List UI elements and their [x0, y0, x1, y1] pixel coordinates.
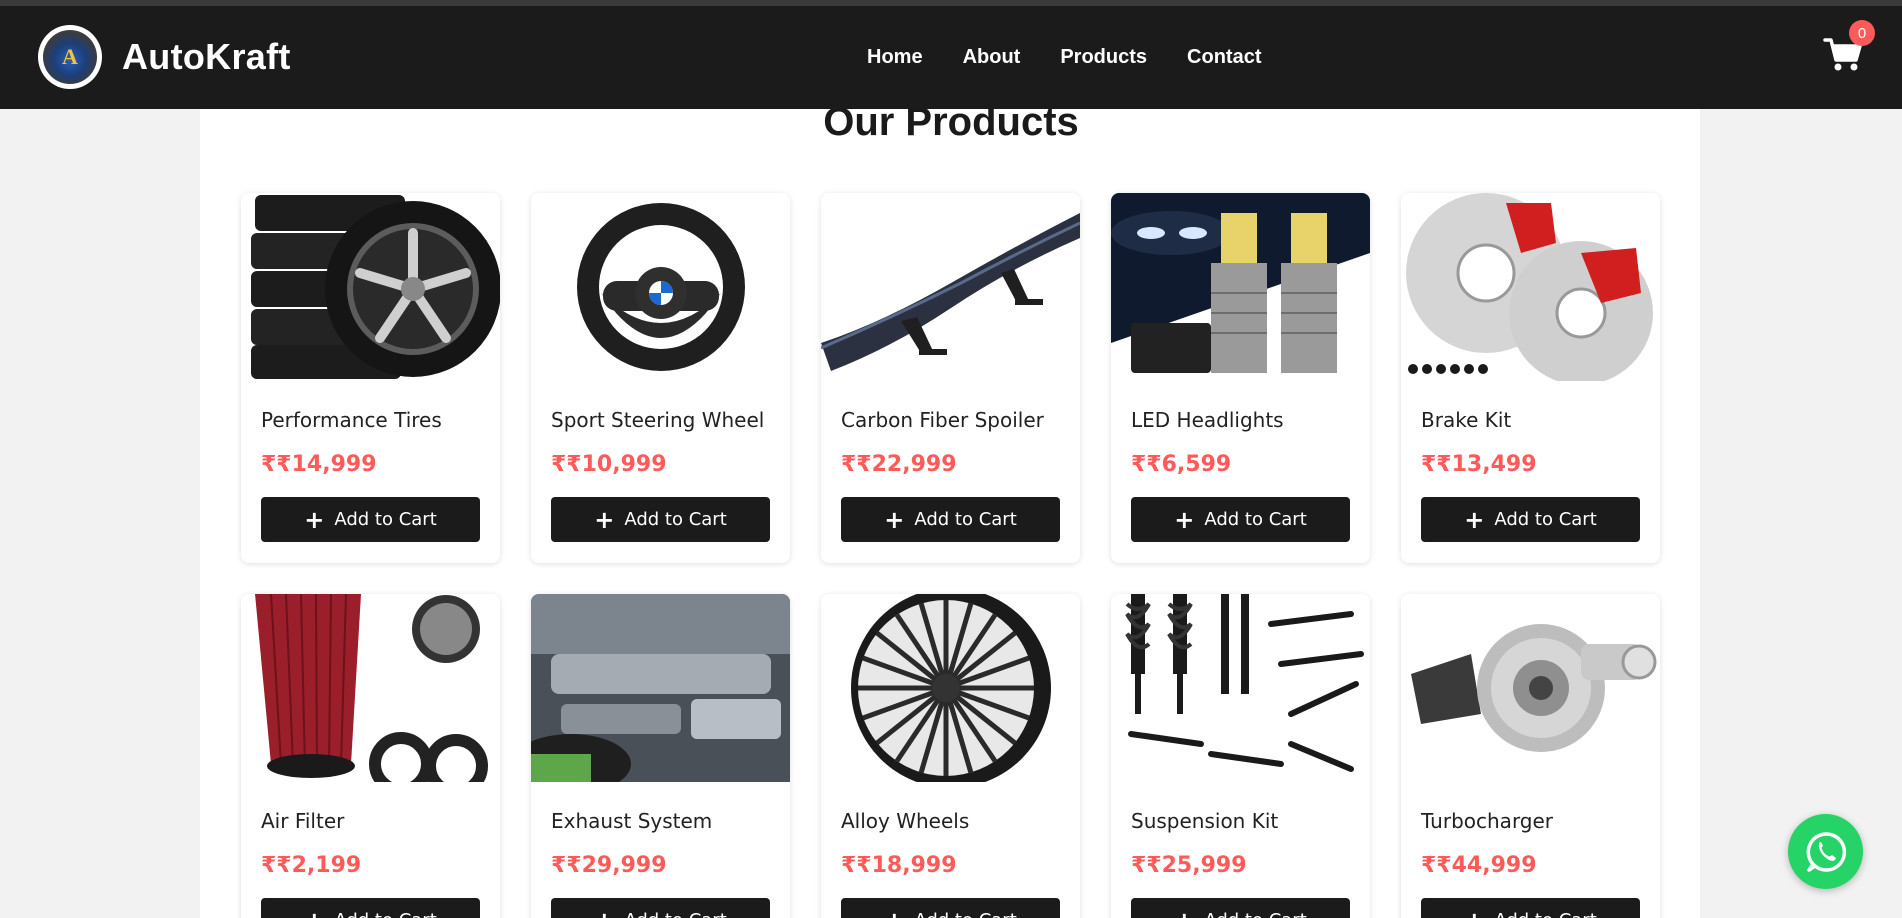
product-name: Exhaust System: [551, 809, 713, 833]
main-nav: Home About Products Contact: [867, 46, 1261, 69]
add-to-cart-label: Add to Cart: [1494, 910, 1596, 918]
plus-icon: +: [884, 505, 905, 534]
add-to-cart-label: Add to Cart: [334, 509, 437, 530]
product-price: ₹₹18,999: [841, 853, 957, 878]
product-card: Exhaust System ₹₹29,999 + Add to Cart: [531, 594, 790, 918]
nav-home[interactable]: Home: [867, 46, 923, 69]
window-top-strip: [0, 0, 1902, 6]
plus-icon: +: [594, 909, 614, 918]
brand-logo-link[interactable]: A AutoKraft: [38, 25, 291, 89]
product-price: ₹₹10,999: [551, 452, 667, 477]
alloy-wheel-image: [821, 594, 1080, 782]
add-to-cart-button[interactable]: + Add to Cart: [551, 497, 770, 542]
product-name: Performance Tires: [261, 408, 442, 432]
navbar: A AutoKraft Home About Products Contact: [0, 6, 1902, 109]
nav-contact[interactable]: Contact: [1187, 46, 1261, 69]
product-price: ₹₹22,999: [841, 452, 957, 477]
add-to-cart-button[interactable]: + Add to Cart: [1421, 898, 1640, 918]
add-to-cart-button[interactable]: + Add to Cart: [1131, 497, 1350, 542]
logo: A: [38, 25, 102, 89]
add-to-cart-button[interactable]: + Add to Cart: [261, 898, 480, 918]
turbocharger-image: [1401, 594, 1660, 782]
plus-icon: +: [1174, 505, 1195, 534]
plus-icon: +: [594, 505, 615, 534]
product-price: ₹₹44,999: [1421, 853, 1537, 878]
product-name: Suspension Kit: [1131, 809, 1279, 833]
add-to-cart-label: Add to Cart: [1204, 509, 1307, 530]
add-to-cart-button[interactable]: + Add to Cart: [841, 898, 1060, 918]
product-name: Turbocharger: [1421, 809, 1554, 833]
suspension-image: [1111, 594, 1370, 782]
product-card: Alloy Wheels ₹₹18,999 + Add to Cart: [821, 594, 1080, 918]
add-to-cart-button[interactable]: + Add to Cart: [1421, 497, 1640, 542]
add-to-cart-label: Add to Cart: [624, 509, 727, 530]
add-to-cart-label: Add to Cart: [914, 910, 1016, 918]
product-name: Sport Steering Wheel: [551, 408, 765, 432]
logo-emblem: A: [43, 30, 97, 84]
product-card: Suspension Kit ₹₹25,999 + Add to Cart: [1111, 594, 1370, 918]
product-price: ₹₹2,199: [261, 853, 362, 878]
add-to-cart-label: Add to Cart: [1494, 509, 1597, 530]
steering-wheel-image: [531, 193, 790, 381]
plus-icon: +: [884, 909, 904, 918]
brake-kit-image: [1401, 193, 1660, 381]
product-price: ₹₹29,999: [551, 853, 667, 878]
product-price: ₹₹14,999: [261, 452, 377, 477]
product-card: Air Filter ₹₹2,199 + Add to Cart: [241, 594, 500, 918]
product-name: Brake Kit: [1421, 408, 1512, 432]
add-to-cart-button[interactable]: + Add to Cart: [1131, 898, 1350, 918]
product-name: Carbon Fiber Spoiler: [841, 408, 1044, 432]
add-to-cart-label: Add to Cart: [334, 910, 436, 918]
add-to-cart-label: Add to Cart: [624, 910, 726, 918]
product-card: Carbon Fiber Spoiler ₹₹22,999 + Add to Ca…: [821, 193, 1080, 563]
add-to-cart-button[interactable]: + Add to Cart: [261, 497, 480, 542]
plus-icon: +: [1464, 909, 1484, 918]
spoiler-image: [821, 193, 1080, 381]
plus-icon: +: [304, 505, 325, 534]
air-filter-image: [241, 594, 500, 782]
product-name: Air Filter: [261, 809, 345, 833]
add-to-cart-label: Add to Cart: [1204, 910, 1306, 918]
product-price: ₹₹25,999: [1131, 853, 1247, 878]
product-name: Alloy Wheels: [841, 809, 970, 833]
tires-image: [241, 193, 500, 381]
product-card: Performance Tires ₹₹14,999 + Add to Cart: [241, 193, 500, 563]
cart-count-badge: 0: [1849, 20, 1875, 46]
product-card: LED Headlights ₹₹6,599 + Add to Cart: [1111, 193, 1370, 563]
brand-name: AutoKraft: [122, 36, 291, 77]
product-card: Sport Steering Wheel ₹₹10,999 + Add to Ca…: [531, 193, 790, 563]
add-to-cart-button[interactable]: + Add to Cart: [841, 497, 1060, 542]
add-to-cart-label: Add to Cart: [914, 509, 1017, 530]
product-price: ₹₹6,599: [1131, 452, 1232, 477]
nav-products[interactable]: Products: [1060, 46, 1147, 69]
exhaust-image: [531, 594, 790, 782]
nav-about[interactable]: About: [963, 46, 1021, 69]
product-price: ₹₹13,499: [1421, 452, 1537, 477]
product-name: LED Headlights: [1131, 408, 1284, 432]
headlights-image: [1111, 193, 1370, 381]
product-card: Turbocharger ₹₹44,999 + Add to Cart: [1401, 594, 1660, 918]
whatsapp-icon[interactable]: [1788, 814, 1863, 889]
plus-icon: +: [304, 909, 324, 918]
plus-icon: +: [1174, 909, 1194, 918]
add-to-cart-button[interactable]: + Add to Cart: [551, 898, 770, 918]
plus-icon: +: [1464, 505, 1485, 534]
product-card: Brake Kit ₹₹13,499 + Add to Cart: [1401, 193, 1660, 563]
